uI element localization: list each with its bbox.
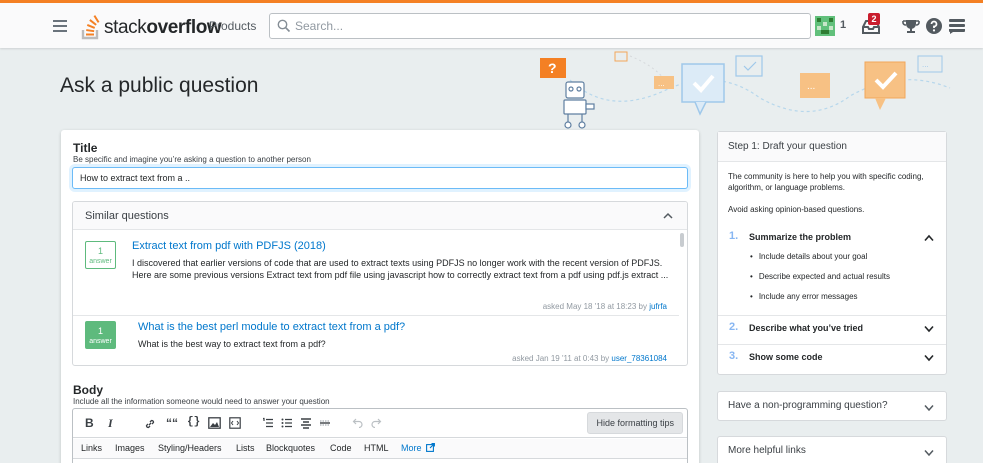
title-hint: Be specific and imagine you’re asking a …	[73, 155, 311, 164]
stackoverflow-logo[interactable]: stackoverflow	[80, 12, 222, 40]
list-item: 1 answer What is the best perl module to…	[73, 317, 679, 365]
question-meta: asked May 18 '18 at 18:23 by jufrfa	[542, 302, 667, 311]
chevron-down-icon[interactable]	[924, 449, 934, 457]
body-hint: Include all the information someone woul…	[73, 397, 330, 406]
search-icon	[277, 19, 291, 33]
helpful-links-label: More helpful links	[728, 445, 806, 456]
chevron-down-icon[interactable]	[924, 325, 934, 333]
avatar[interactable]	[815, 16, 835, 36]
answer-count-badge: 1 answer	[85, 241, 116, 269]
chevron-down-icon[interactable]	[924, 354, 934, 362]
draft-intro-text: The community is here to help you with s…	[728, 172, 924, 192]
italic-button[interactable]: I	[108, 416, 113, 431]
step-number: 3.	[729, 350, 739, 362]
accepted-answer-badge: 1 answer	[85, 321, 116, 349]
draft-guidance-heading: Step 1: Draft your question	[728, 141, 847, 152]
draft-guidance-header: Step 1: Draft your question	[718, 132, 946, 162]
link-icon[interactable]	[144, 418, 156, 430]
question-link[interactable]: What is the best perl module to extract …	[138, 321, 405, 333]
user-link[interactable]: jufrfa	[649, 302, 667, 311]
step-bullet: Include details about your goal	[750, 252, 868, 261]
help-icon[interactable]	[925, 17, 943, 35]
logo-mark-icon	[81, 15, 100, 40]
editor-toolbar: B I ““ {} Hide formatting tips	[73, 409, 687, 438]
bold-button[interactable]: B	[85, 416, 94, 430]
trophy-icon[interactable]	[902, 17, 920, 35]
chevron-down-icon[interactable]	[924, 404, 934, 412]
step-label: Describe what you’ve tried	[749, 323, 864, 333]
step-bullet: Describe expected and actual results	[750, 272, 890, 281]
tip-more-link[interactable]: More	[401, 443, 435, 453]
external-link-icon	[426, 443, 435, 452]
tip-html[interactable]: HTML	[364, 443, 389, 453]
code-button[interactable]: {}	[187, 416, 200, 428]
question-form-card: Title Be specific and imagine you’re ask…	[61, 130, 699, 463]
chevron-up-icon[interactable]	[663, 211, 673, 221]
svg-text:...: ...	[807, 81, 815, 92]
list-item: 1 answer Extract text from pdf with PDFJ…	[73, 232, 679, 316]
similar-questions-panel: Similar questions 1 answer Extract text …	[72, 201, 688, 366]
scrollbar[interactable]	[680, 233, 684, 247]
formatting-tips-bar: Links Images Styling/Headers Lists Block…	[73, 439, 687, 459]
bulleted-list-icon[interactable]	[281, 417, 293, 429]
inbox-badge: 2	[868, 13, 880, 25]
similar-questions-heading: Similar questions	[85, 210, 169, 222]
body-editor: B I ““ {} Hide formatting tips Links Ima…	[72, 408, 688, 463]
question-link[interactable]: Extract text from pdf with PDFJS (2018)	[132, 240, 326, 252]
hide-formatting-tips-button[interactable]: Hide formatting tips	[587, 412, 683, 434]
tip-images[interactable]: Images	[115, 443, 145, 453]
image-icon[interactable]	[208, 417, 221, 429]
helpful-links-card[interactable]: More helpful links	[717, 436, 947, 463]
snippet-icon[interactable]	[229, 417, 241, 429]
step-label: Show some code	[749, 352, 823, 362]
numbered-list-icon[interactable]	[262, 417, 274, 429]
products-menu[interactable]: Products	[209, 19, 256, 33]
tip-code[interactable]: Code	[330, 443, 352, 453]
divider	[718, 344, 946, 345]
tip-links[interactable]: Links	[81, 443, 102, 453]
site-switcher-icon[interactable]	[948, 17, 966, 35]
search-input[interactable]	[295, 17, 795, 35]
svg-text:...: ...	[922, 60, 929, 69]
user-link[interactable]: user_78361084	[611, 354, 667, 363]
step-label: Summarize the problem	[749, 232, 852, 242]
logo-text: stackoverflow	[104, 17, 222, 38]
title-label: Title	[73, 141, 98, 155]
reputation-count: 1	[840, 19, 847, 31]
step-summarize[interactable]: 1. Summarize the problem Include details…	[718, 230, 946, 314]
tip-blockquotes[interactable]: Blockquotes	[266, 443, 315, 453]
non-programming-question-card[interactable]: Have a non-programming question?	[717, 391, 947, 421]
step-show-code[interactable]: 3. Show some code	[718, 350, 946, 372]
draft-guidance-card: Step 1: Draft your question The communit…	[717, 131, 947, 375]
question-excerpt: What is the best way to extract text fro…	[138, 339, 326, 349]
horizontal-rule-icon[interactable]	[319, 417, 331, 429]
top-bar: stackoverflow Products 1 2	[0, 0, 983, 48]
non-programming-question-label: Have a non-programming question?	[728, 400, 888, 411]
similar-questions-header[interactable]: Similar questions	[73, 202, 687, 230]
tip-lists[interactable]: Lists	[236, 443, 255, 453]
blockquote-button[interactable]: ““	[166, 416, 178, 430]
step-bullet: Include any error messages	[750, 292, 858, 301]
question-excerpt: I discovered that earlier versions of co…	[132, 258, 669, 280]
redo-icon[interactable]	[371, 417, 382, 428]
page-title: Ask a public question	[60, 74, 259, 97]
chevron-up-icon[interactable]	[924, 234, 934, 242]
draft-opinion-text: Avoid asking opinion-based questions.	[728, 205, 865, 214]
divider	[718, 315, 946, 316]
robot-illustration: ? ... ... ...	[540, 51, 951, 129]
search-box[interactable]	[269, 13, 811, 39]
heading-icon[interactable]	[300, 417, 312, 429]
step-number: 2.	[729, 321, 739, 333]
step-number: 1.	[729, 230, 739, 242]
body-label: Body	[73, 383, 103, 397]
tip-styling-headers[interactable]: Styling/Headers	[158, 443, 222, 453]
svg-text:?: ?	[548, 60, 557, 76]
svg-text:...: ...	[658, 79, 665, 88]
question-meta: asked Jan 19 '11 at 0:43 by user_7836108…	[512, 354, 667, 363]
identicon-icon	[815, 16, 835, 36]
title-input[interactable]: How to extract text from a ..	[72, 167, 688, 189]
hamburger-icon[interactable]	[53, 20, 67, 32]
undo-icon[interactable]	[352, 417, 363, 428]
step-describe-tried[interactable]: 2. Describe what you’ve tried	[718, 321, 946, 343]
